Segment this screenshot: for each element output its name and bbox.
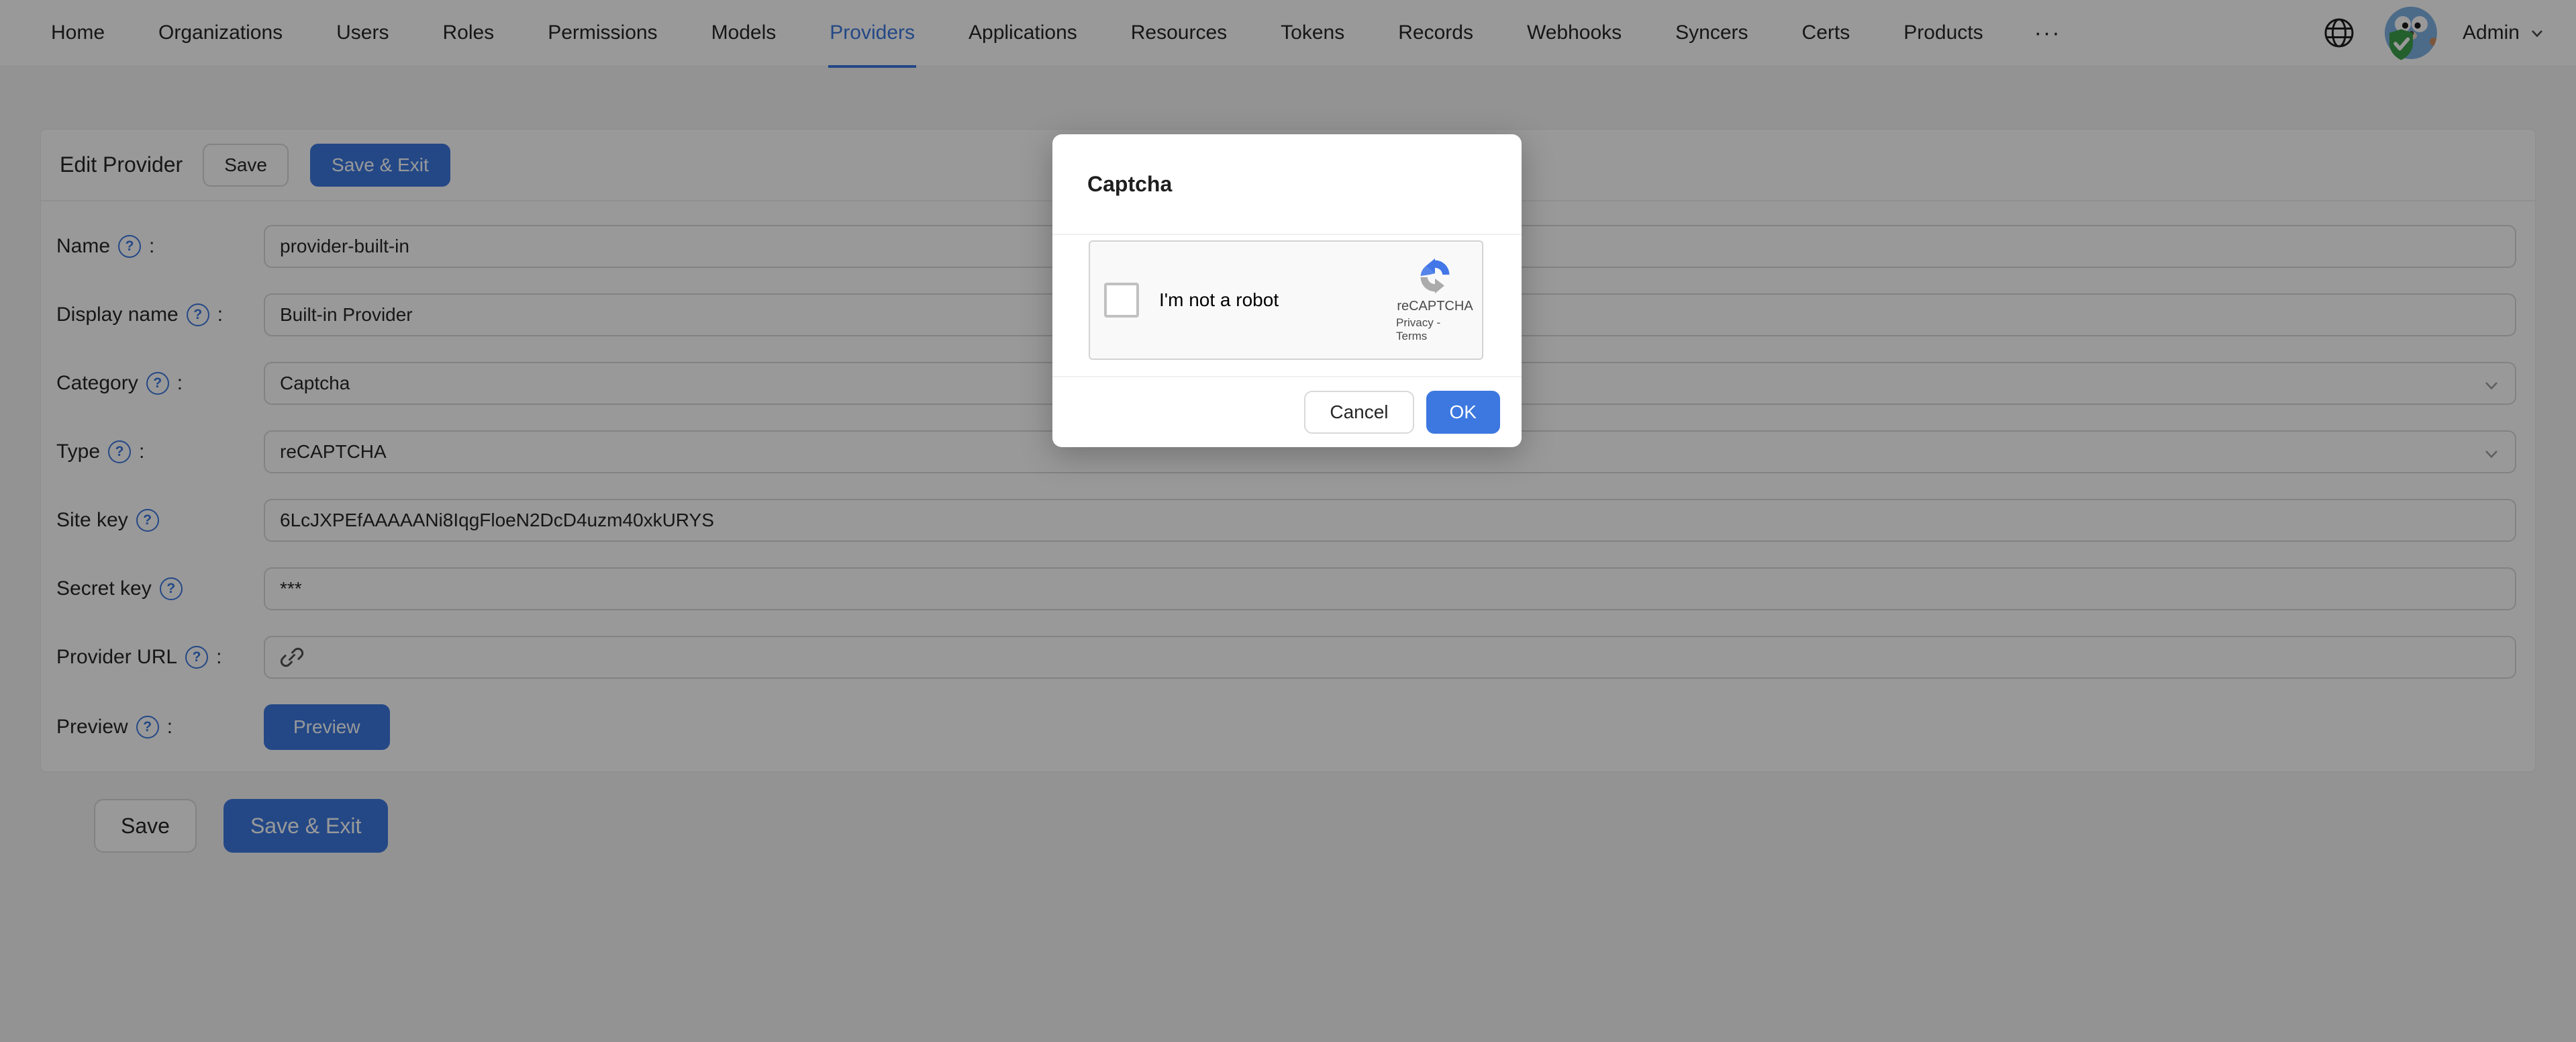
recaptcha-label: I'm not a robot xyxy=(1159,289,1279,311)
modal-footer: Cancel OK xyxy=(1052,376,1522,447)
cancel-button[interactable]: Cancel xyxy=(1304,391,1414,434)
recaptcha-privacy-terms[interactable]: Privacy - Terms xyxy=(1396,316,1474,343)
recaptcha-checkbox[interactable] xyxy=(1104,283,1139,318)
ok-button[interactable]: OK xyxy=(1426,391,1500,434)
recaptcha-brand-name: reCAPTCHA xyxy=(1397,299,1473,314)
captcha-modal: Captcha I'm not a robot reCAPTCHA Privac… xyxy=(1052,134,1522,447)
modal-header: Captcha xyxy=(1052,134,1522,235)
modal-title: Captcha xyxy=(1087,172,1172,197)
recaptcha-logo-icon xyxy=(1416,256,1454,295)
modal-body: I'm not a robot reCAPTCHA Privacy - Term… xyxy=(1052,235,1522,360)
recaptcha-brand: reCAPTCHA Privacy - Terms xyxy=(1396,256,1474,343)
recaptcha-widget: I'm not a robot reCAPTCHA Privacy - Term… xyxy=(1089,240,1483,360)
